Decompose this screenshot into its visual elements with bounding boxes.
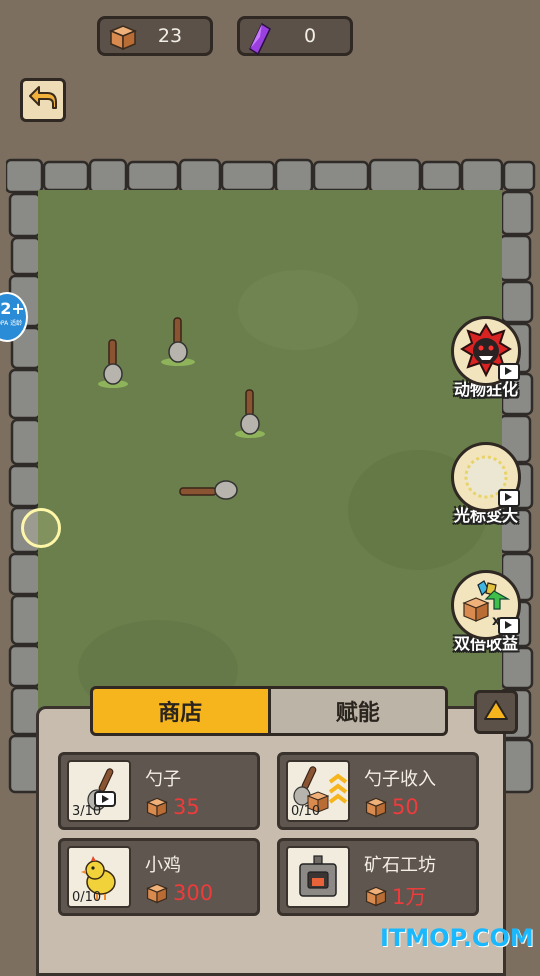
item-name: 勺子收入: [364, 769, 436, 790]
age-rating-badge: 12+ CADPA 适龄提示: [0, 292, 28, 342]
angry-beast-icon: [451, 316, 521, 386]
price-value: 35: [173, 795, 200, 819]
item-name: 勺子: [145, 769, 181, 790]
shop-tabs: 商店 赋能: [90, 686, 448, 736]
shop-card-spoon[interactable]: 3/10 勺子 35: [58, 752, 260, 830]
price-value: 50: [392, 795, 419, 819]
shop-card-chick[interactable]: 0/10 小鸡 300: [58, 838, 260, 916]
age-rating-text: 12+: [0, 298, 25, 318]
wooden-box-icon: [365, 886, 387, 907]
purple-crystal-icon: [248, 22, 272, 59]
ore-workshop-icon: [286, 846, 350, 908]
cursor-enlarge-icon: [451, 442, 521, 512]
price-value: 300: [173, 881, 214, 905]
wooden-box-icon: [108, 23, 138, 55]
wooden-box-icon: [146, 797, 168, 818]
back-arrow-icon: [28, 85, 58, 115]
spoon-unit[interactable]: [232, 388, 268, 442]
shop-card-ore-workshop[interactable]: 矿石工坊 1万: [277, 838, 479, 916]
chick-icon: 0/10: [67, 846, 131, 908]
age-rating-sub: CADPA 适龄提示: [0, 319, 23, 336]
item-price: 300: [145, 881, 213, 905]
item-price: 1万: [364, 881, 426, 911]
item-count: 3/10: [72, 804, 102, 819]
double-income-icon: x: [451, 570, 521, 640]
spoon-unit[interactable]: [96, 338, 130, 392]
item-name: 矿石工坊: [364, 855, 436, 876]
item-price: 50: [364, 795, 419, 819]
wooden-box-icon: [146, 883, 168, 904]
item-count: 0/10: [72, 890, 102, 905]
grass-field[interactable]: [38, 190, 502, 770]
shop-card-spoon-income[interactable]: 0/10 勺子收入 50: [277, 752, 479, 830]
spoon-unit[interactable]: [158, 316, 198, 370]
powerup-animal-frenzy[interactable]: 动物狂化: [446, 316, 526, 400]
spoon-video-icon: 3/10: [67, 760, 131, 822]
watermark-text: ITMOP.COM: [380, 924, 534, 952]
spoon-unit[interactable]: [178, 476, 242, 506]
item-count: 0/10: [291, 804, 321, 819]
tab-talent[interactable]: 赋能: [270, 686, 448, 736]
item-price: 35: [145, 795, 200, 819]
spoon-income-icon: 0/10: [286, 760, 350, 822]
wooden-box-icon: [365, 797, 387, 818]
video-ad-icon: [498, 363, 520, 381]
triangle-up-icon: [483, 699, 509, 725]
video-ad-icon: [498, 489, 520, 507]
cursor-ring[interactable]: [21, 508, 61, 548]
back-button[interactable]: [20, 78, 66, 122]
tab-shop[interactable]: 商店: [90, 686, 271, 736]
price-value: 1万: [392, 885, 427, 909]
box-resource-counter: 23: [97, 16, 213, 56]
grass-texture: [78, 270, 488, 720]
powerup-double-income[interactable]: x 双倍收益: [446, 570, 526, 654]
crystal-resource-counter: 0: [237, 16, 353, 56]
collapse-panel-button[interactable]: [474, 690, 518, 734]
item-name: 小鸡: [145, 855, 181, 876]
video-ad-icon: [498, 617, 520, 635]
powerup-cursor-enlarge[interactable]: 光标变大: [446, 442, 526, 526]
